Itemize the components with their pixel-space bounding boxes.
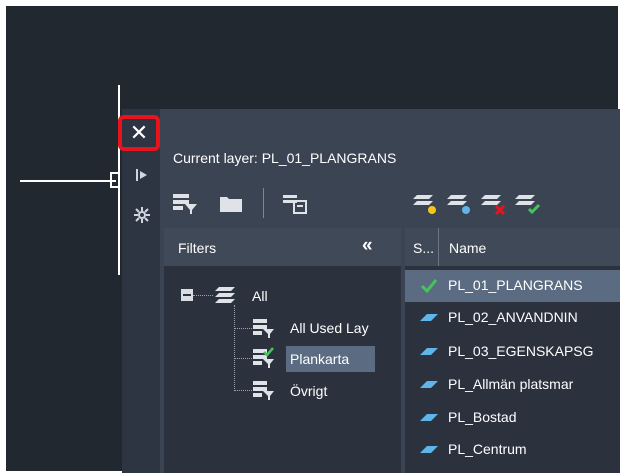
toolbar-separator — [263, 188, 264, 218]
tree-item-ovrigt[interactable]: Övrigt — [290, 383, 327, 399]
tree-connector — [234, 358, 252, 359]
tree-item-all[interactable]: All — [252, 288, 268, 304]
tree-connector — [193, 295, 213, 296]
layer-name: PL_Allmän platsmar — [448, 376, 574, 392]
cursor-crosshair-vertical — [118, 85, 120, 275]
layer-status-icon — [420, 314, 438, 321]
column-status[interactable]: S... — [413, 240, 434, 256]
layer-name: PL_Centrum — [448, 441, 527, 457]
layer-row[interactable]: PL_Bostad — [405, 402, 620, 434]
delete-layer-icon[interactable] — [481, 191, 507, 216]
cursor-crosshair-horizontal — [20, 180, 116, 182]
column-divider[interactable] — [438, 228, 439, 266]
layer-name: PL_Bostad — [448, 409, 517, 425]
tree-item-all-used-layers[interactable]: All Used Lay — [290, 320, 369, 336]
close-icon[interactable]: ✕ — [118, 115, 160, 151]
set-current-icon[interactable] — [515, 191, 541, 215]
layer-row[interactable]: PL_03_EGENSKAPSG — [405, 336, 620, 368]
tree-collapse-toggle[interactable] — [181, 289, 193, 301]
layer-states-manager-icon[interactable] — [282, 191, 308, 215]
layer-row[interactable]: PL_Allmän platsmar — [405, 369, 620, 401]
filter-icon — [252, 316, 278, 340]
layer-status-icon — [420, 348, 438, 355]
layer-name: PL_02_ANVANDNIN — [448, 309, 578, 325]
filters-title: Filters — [178, 240, 217, 256]
layer-name: PL_01_PLANGRANS — [448, 277, 583, 293]
filter-checked-icon — [252, 346, 278, 370]
tree-connector — [234, 305, 235, 391]
layer-status-icon — [420, 381, 438, 388]
palette-title-strip — [122, 109, 160, 473]
layer-status-icon — [420, 414, 438, 421]
new-layer-icon[interactable] — [413, 191, 439, 215]
new-property-filter-icon[interactable] — [172, 191, 198, 215]
layer-status-icon — [420, 446, 438, 453]
settings-icon[interactable] — [132, 205, 152, 225]
tree-connector — [234, 328, 252, 329]
new-layer-vp-frozen-icon[interactable] — [447, 191, 473, 215]
current-layer-title: Current layer: PL_01_PLANGRANS — [173, 150, 397, 166]
pin-icon[interactable] — [132, 165, 152, 185]
new-group-filter-icon[interactable] — [218, 191, 244, 215]
collapse-filters-icon[interactable]: « — [362, 235, 372, 257]
tree-connector — [234, 390, 252, 391]
filter-icon — [252, 378, 278, 402]
cursor-pickbox — [110, 172, 118, 188]
column-name[interactable]: Name — [449, 240, 486, 256]
layer-row[interactable]: PL_01_PLANGRANS — [405, 270, 620, 302]
layer-name: PL_03_EGENSKAPSG — [448, 343, 594, 359]
layer-row[interactable]: PL_Centrum — [405, 434, 620, 466]
layer-row[interactable]: PL_02_ANVANDNIN — [405, 302, 620, 334]
all-layers-icon — [213, 283, 239, 307]
current-layer-check-icon — [420, 279, 438, 294]
tree-item-plankarta[interactable]: Plankarta — [290, 351, 349, 367]
